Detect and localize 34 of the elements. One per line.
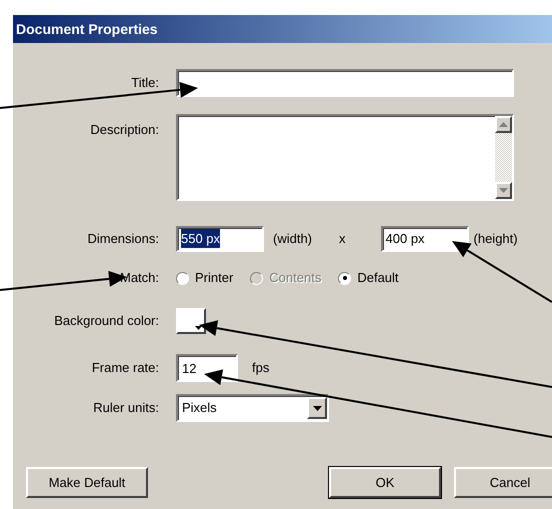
radio-label: Printer	[195, 269, 234, 288]
field-label: Description:	[90, 121, 159, 139]
description-field[interactable]	[176, 114, 514, 201]
width-field[interactable]: 550 px	[176, 226, 264, 252]
field-value: 400 px	[386, 230, 425, 248]
scroll-down-button[interactable]	[495, 182, 512, 199]
field-value: 550 px	[181, 228, 220, 248]
field-label: Dimensions:	[87, 230, 159, 248]
radio-label: Default	[357, 269, 399, 288]
title-field[interactable]	[176, 69, 514, 97]
radio-button[interactable]	[338, 272, 352, 284]
field-label: Frame rate:	[92, 359, 159, 378]
up-arrow-icon	[499, 122, 508, 127]
cancel-button[interactable]: Cancel	[454, 467, 552, 498]
times-sign: x	[339, 230, 346, 248]
ruler-units-dropdown[interactable]: Pixels	[176, 394, 329, 422]
make-default-button[interactable]: Make Default	[26, 467, 148, 498]
caret-icon	[312, 406, 322, 410]
field-label: Background color:	[54, 312, 159, 330]
height-field[interactable]: 400 px	[380, 226, 469, 252]
radio-button[interactable]	[176, 272, 189, 284]
radio-label: Contents	[269, 269, 322, 288]
frame-rate-field[interactable]: 12	[176, 354, 238, 382]
caret-icon	[195, 326, 202, 330]
window-title: Document Properties	[13, 15, 552, 43]
field-label: Title:	[131, 74, 159, 92]
width-caption: (width)	[273, 230, 312, 248]
height-caption: (height)	[474, 230, 518, 248]
field-label: Ruler units:	[93, 399, 159, 418]
ok-button[interactable]: OK	[329, 467, 441, 498]
down-arrow-icon	[499, 188, 508, 193]
scroll-up-button[interactable]	[495, 116, 512, 133]
color-swatch[interactable]	[176, 308, 206, 334]
unit-label: fps	[252, 359, 270, 378]
